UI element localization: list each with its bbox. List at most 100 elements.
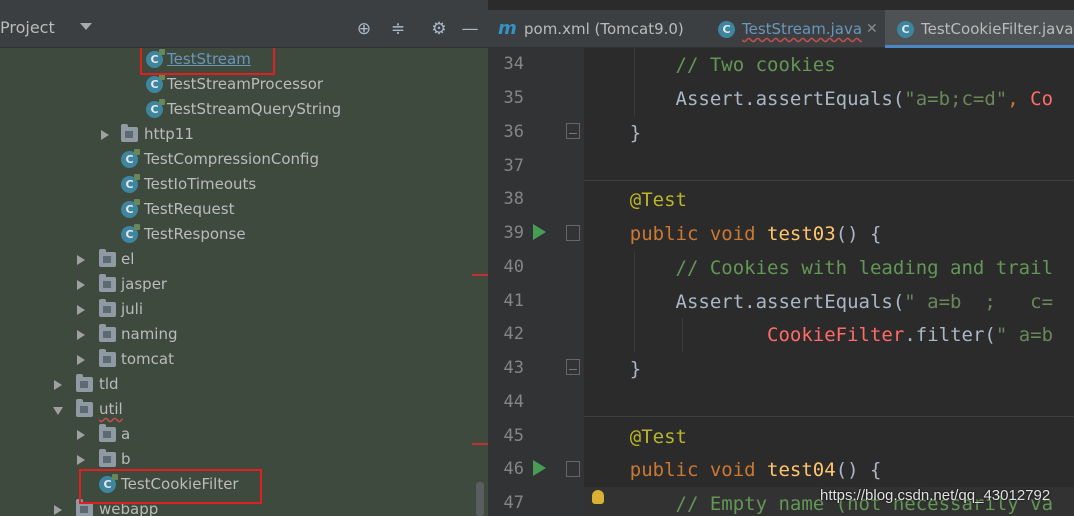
tree-item-teststreamquerystring[interactable]: C TestStreamQueryString <box>0 97 488 122</box>
tree-item-jasper[interactable]: jasper <box>0 272 488 297</box>
tab-pom-xml[interactable]: m pom.xml (Tomcat9.0) <box>488 10 706 48</box>
tree-item-tomcat[interactable]: tomcat <box>0 347 488 372</box>
code-token: Assert.assertEquals( <box>675 88 905 110</box>
expand-arrow-icon[interactable] <box>77 455 85 465</box>
expand-arrow-icon[interactable] <box>101 130 109 140</box>
vertical-scrollbar[interactable] <box>476 482 484 516</box>
tree-item-label: jasper <box>121 275 168 293</box>
fold-end-icon[interactable] <box>566 359 580 375</box>
fold-end-icon[interactable] <box>566 123 580 139</box>
code-line-42[interactable]: CookieFilter.filter(" a=b <box>584 318 1074 352</box>
java-class-icon: C <box>121 199 140 218</box>
code-token: } <box>629 122 642 144</box>
string-literal: " a=b ; c= <box>904 291 1054 313</box>
code-token: , <box>1007 88 1031 110</box>
tab-testcookiefilter-java[interactable]: C TestCookieFilter.java <box>885 10 1074 48</box>
line-number: 37 <box>503 156 524 176</box>
tree-item-http11[interactable]: http11 <box>0 122 488 147</box>
line-number: 41 <box>503 291 524 311</box>
collapse-arrow-icon[interactable] <box>53 407 63 415</box>
tree-item-juli[interactable]: juli <box>0 297 488 322</box>
line-number: 46 <box>503 459 524 479</box>
method-separator <box>584 180 1074 181</box>
keyword: public void <box>629 223 768 245</box>
code-token: () { <box>835 459 882 481</box>
project-tree: C TestStream C TestStreamProcessor C Tes… <box>0 46 488 516</box>
code-line-40[interactable]: // Cookies with leading and trail <box>584 251 1074 285</box>
chevron-down-icon[interactable] <box>80 23 92 30</box>
tree-item-label: TestStreamQueryString <box>167 100 342 118</box>
package-folder-icon <box>99 424 116 442</box>
expand-arrow-icon[interactable] <box>77 430 85 440</box>
package-folder-icon <box>121 124 138 142</box>
method-name: test04 <box>767 459 836 481</box>
package-folder-icon <box>99 449 116 467</box>
code-token: } <box>629 358 642 380</box>
code-line-36[interactable]: } <box>584 116 1074 150</box>
comment: // Cookies with leading and trail <box>675 257 1054 279</box>
package-folder-icon <box>99 274 116 292</box>
tree-item-testcompressionconfig[interactable]: C TestCompressionConfig <box>0 147 488 172</box>
error-stripe-mark <box>472 443 488 445</box>
expand-arrow-icon[interactable] <box>77 280 85 290</box>
code-line-39[interactable]: public void test03() { <box>584 217 1074 251</box>
code-line-43[interactable]: } <box>584 352 1074 386</box>
tree-item-testrequest[interactable]: C TestRequest <box>0 197 488 222</box>
java-class-icon: C <box>146 74 165 93</box>
tree-item-label: a <box>121 425 131 443</box>
gear-icon[interactable]: ⚙ <box>428 19 450 39</box>
line-number: 35 <box>503 88 524 108</box>
tree-item-a[interactable]: a <box>0 422 488 447</box>
collapse-all-icon[interactable]: ≑ <box>387 19 409 39</box>
code-line-34[interactable]: // Two cookies <box>584 48 1074 82</box>
locate-file-icon[interactable]: ⊕ <box>353 19 375 39</box>
fold-start-icon[interactable] <box>566 225 580 241</box>
close-icon[interactable]: ✕ <box>866 10 878 48</box>
tree-item-label: tld <box>99 375 119 393</box>
run-test-icon[interactable] <box>533 224 546 240</box>
comment: // Two cookies <box>675 54 836 76</box>
tab-teststream-java[interactable]: C TestStream.java ✕ <box>706 10 884 48</box>
code-line-35[interactable]: Assert.assertEquals("a=b;c=d", Co <box>584 82 1074 116</box>
java-class-icon: C <box>897 21 914 38</box>
project-view-selector[interactable]: Project <box>0 18 55 37</box>
code-token: Assert.assertEquals( <box>675 291 905 313</box>
fold-start-icon[interactable] <box>566 461 580 477</box>
tree-item-testresponse[interactable]: C TestResponse <box>0 222 488 247</box>
editor-gutter: 34 35 36 37 38 39 40 41 42 43 44 45 46 4… <box>488 48 584 516</box>
package-folder-icon <box>76 399 93 417</box>
keyword: public void <box>629 459 768 481</box>
run-test-icon[interactable] <box>533 460 546 476</box>
expand-arrow-icon[interactable] <box>77 255 85 265</box>
expand-arrow-icon[interactable] <box>54 380 62 390</box>
project-tool-window: C TestStream C TestStreamProcessor C Tes… <box>0 0 488 516</box>
code-line-41[interactable]: Assert.assertEquals(" a=b ; c= <box>584 285 1074 319</box>
line-number: 45 <box>503 426 524 446</box>
package-folder-icon <box>76 499 93 516</box>
editor-tab-bar: m pom.xml (Tomcat9.0) C TestStream.java … <box>488 10 1074 48</box>
tree-item-naming[interactable]: naming <box>0 322 488 347</box>
package-folder-icon <box>99 249 116 267</box>
tree-item-teststreamprocessor[interactable]: C TestStreamProcessor <box>0 72 488 97</box>
tree-item-testiotimeouts[interactable]: C TestIoTimeouts <box>0 172 488 197</box>
lightbulb-icon[interactable] <box>592 490 604 504</box>
tree-item-tld[interactable]: tld <box>0 372 488 397</box>
package-folder-icon <box>76 374 93 392</box>
hide-panel-icon[interactable]: — <box>459 19 481 39</box>
class-reference: CookieFilter <box>767 324 905 346</box>
tree-item-el[interactable]: el <box>0 247 488 272</box>
tree-item-util[interactable]: util <box>0 397 488 422</box>
project-panel-header: Project ⊕ ≑ ⚙ — <box>0 10 488 48</box>
method-name: test03 <box>767 223 836 245</box>
expand-arrow-icon[interactable] <box>77 305 85 315</box>
package-folder-icon <box>99 324 116 342</box>
tree-item-label: TestIoTimeouts <box>144 175 257 193</box>
expand-arrow-icon[interactable] <box>77 330 85 340</box>
package-folder-icon <box>99 349 116 367</box>
expand-arrow-icon[interactable] <box>77 355 85 365</box>
expand-arrow-icon[interactable] <box>54 505 62 515</box>
line-number: 34 <box>503 54 524 74</box>
code-line-38[interactable]: @Test <box>584 183 1074 217</box>
code-line-46[interactable]: public void test04() { <box>584 453 1074 487</box>
code-line-45[interactable]: @Test <box>584 420 1074 454</box>
